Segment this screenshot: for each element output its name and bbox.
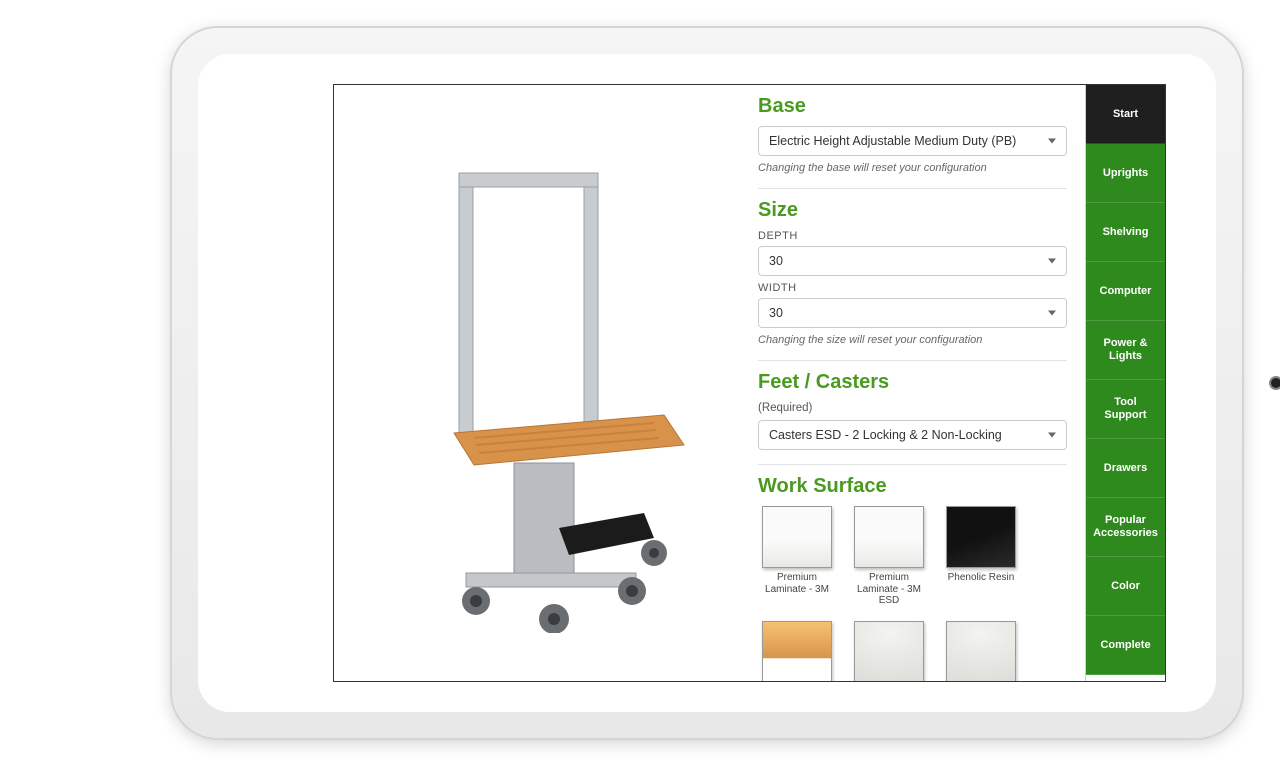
width-value: 30 [769,306,783,320]
step-power-lights[interactable]: Power & Lights [1086,321,1165,380]
surface-swatch-icon [854,621,924,682]
surface-swatch-icon [946,506,1016,568]
step-uprights[interactable]: Uprights [1086,144,1165,203]
width-select[interactable]: 30 [758,298,1067,328]
app-screen: Base Electric Height Adjustable Medium D… [333,84,1166,682]
section-base: Base Electric Height Adjustable Medium D… [758,85,1067,189]
width-label: WIDTH [758,282,1067,294]
base-hint: Changing the base will reset your config… [758,162,1067,174]
base-select-value: Electric Height Adjustable Medium Duty (… [769,134,1016,148]
size-hint: Changing the size will reset your config… [758,334,1067,346]
surface-option[interactable]: Hardwood Maple [758,621,836,682]
surface-option-label: Premium Laminate - 3M ESD [850,572,928,607]
base-select[interactable]: Electric Height Adjustable Medium Duty (… [758,126,1067,156]
step-tool-support[interactable]: Tool Support [1086,380,1165,439]
ipad-bezel: Base Electric Height Adjustable Medium D… [198,54,1216,712]
surface-option[interactable]: Premium Laminate - 3M [758,506,836,607]
step-computer[interactable]: Computer [1086,262,1165,321]
feet-select[interactable]: Casters ESD - 2 Locking & 2 Non-Locking [758,420,1067,450]
surface-swatch-icon [762,506,832,568]
surface-option-label: Premium Laminate - 3M [758,572,836,595]
step-drawers[interactable]: Drawers [1086,439,1165,498]
depth-value: 30 [769,254,783,268]
step-popular-accessories[interactable]: Popular Accessories [1086,498,1165,557]
base-title: Base [758,95,1067,118]
surface-swatch-icon [762,621,832,682]
step-start[interactable]: Start [1086,85,1165,144]
surface-option-label: Phenolic Resin [942,572,1020,584]
surface-option[interactable]: Premium Laminate - Post Formed [850,621,928,682]
ipad-frame: Base Electric Height Adjustable Medium D… [172,28,1242,738]
depth-label: DEPTH [758,230,1067,242]
surface-options: Premium Laminate - 3M Premium Laminate - … [758,506,1067,681]
feet-required: (Required) [758,402,1067,414]
surface-title: Work Surface [758,475,1067,498]
section-feet: Feet / Casters (Required) Casters ESD - … [758,361,1067,465]
camera-icon [1271,378,1280,388]
step-nav: StartUprightsShelvingComputerPower & Lig… [1085,85,1165,681]
surface-option[interactable]: Premium Laminate - Post Formed ESD [942,621,1020,682]
surface-option[interactable]: Premium Laminate - 3M ESD [850,506,928,607]
step-shelving[interactable]: Shelving [1086,203,1165,262]
product-preview [334,85,754,681]
config-panel: Base Electric Height Adjustable Medium D… [754,85,1085,681]
feet-title: Feet / Casters [758,371,1067,394]
size-title: Size [758,199,1067,222]
step-color[interactable]: Color [1086,557,1165,616]
workbench-illustration [384,133,704,633]
step-complete[interactable]: Complete [1086,616,1165,675]
surface-swatch-icon [854,506,924,568]
section-surface: Work Surface Premium Laminate - 3MPremiu… [758,465,1067,681]
feet-value: Casters ESD - 2 Locking & 2 Non-Locking [769,428,1002,442]
surface-swatch-icon [946,621,1016,682]
depth-select[interactable]: 30 [758,246,1067,276]
section-size: Size DEPTH 30 WIDTH 30 Changing the size… [758,189,1067,361]
surface-option[interactable]: Phenolic Resin [942,506,1020,607]
